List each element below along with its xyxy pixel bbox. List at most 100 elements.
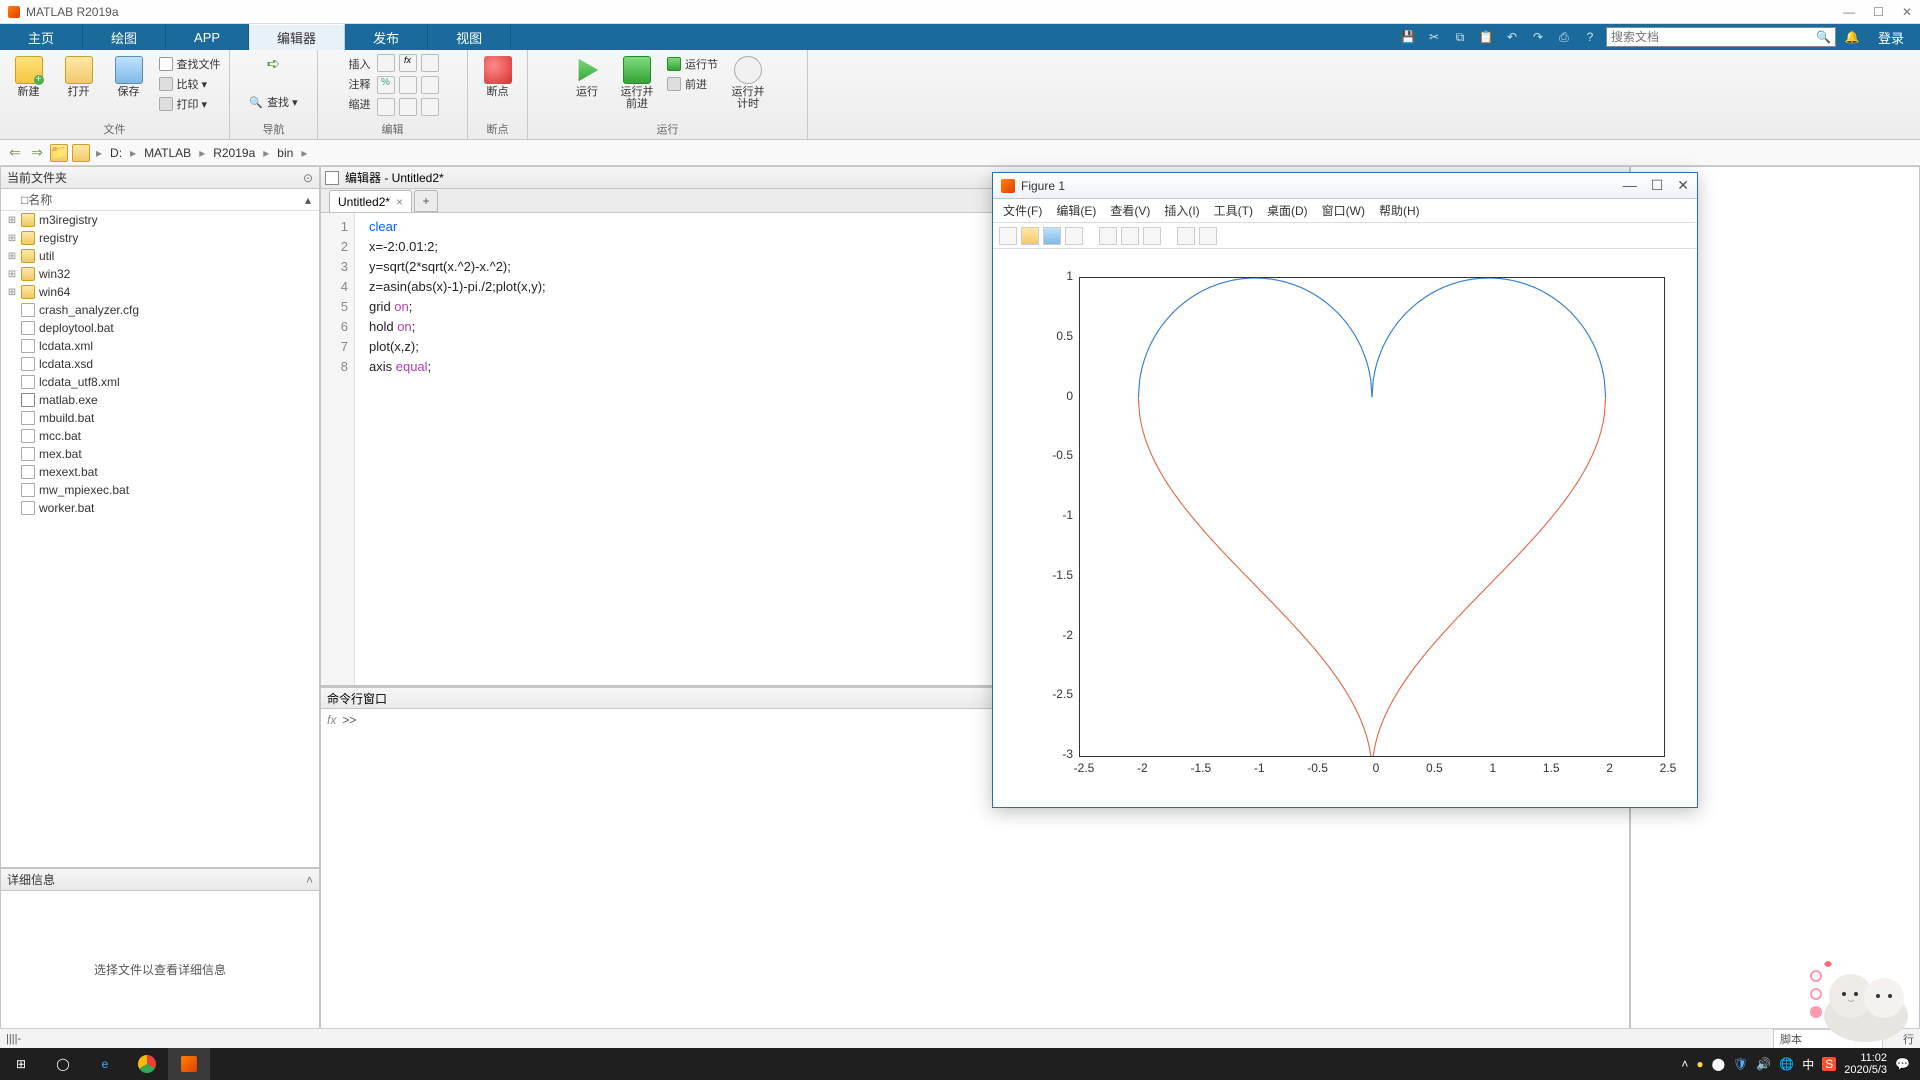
search-icon[interactable]: 🔍 xyxy=(1816,30,1831,44)
nav-browse-icon[interactable] xyxy=(72,144,90,162)
tray-app2-icon[interactable]: ⬤ xyxy=(1712,1057,1725,1071)
close-tab-icon[interactable]: × xyxy=(396,195,403,209)
find-files-button[interactable]: 查找文件 xyxy=(155,54,225,74)
file-row[interactable]: mex.bat xyxy=(1,445,319,463)
toolstrip-save-icon[interactable]: 💾 xyxy=(1398,27,1418,47)
tray-volume-icon[interactable]: 🔊 xyxy=(1756,1057,1771,1071)
doc-search-input[interactable] xyxy=(1611,30,1816,44)
run-advance-button[interactable]: 运行并 前进 xyxy=(613,54,661,110)
tray-ime-icon[interactable]: 中 xyxy=(1802,1056,1814,1073)
figure-rotate-icon[interactable] xyxy=(1121,227,1139,245)
indent-right-icon[interactable] xyxy=(377,98,395,116)
tray-app1-icon[interactable]: ● xyxy=(1696,1057,1703,1071)
path-seg-1[interactable]: R2019a xyxy=(211,146,257,160)
insert-button[interactable]: 插入 xyxy=(345,54,375,74)
figure-menu-item[interactable]: 帮助(H) xyxy=(1379,202,1420,219)
run-section-button[interactable]: 运行节 xyxy=(663,54,722,74)
find-button[interactable]: 🔍查找 ▾ xyxy=(245,92,301,112)
format-icon[interactable] xyxy=(421,54,439,72)
print-button[interactable]: 打印 ▾ xyxy=(155,94,225,114)
file-row[interactable]: lcdata.xsd xyxy=(1,355,319,373)
editor-tab-untitled[interactable]: Untitled2*× xyxy=(329,190,412,212)
figure-menu-item[interactable]: 查看(V) xyxy=(1110,202,1150,219)
main-tab-3[interactable]: 编辑器 xyxy=(249,24,345,50)
figure-menu-item[interactable]: 文件(F) xyxy=(1003,202,1042,219)
copy-icon[interactable]: ⧉ xyxy=(1450,27,1470,47)
save-button[interactable]: 保存 xyxy=(105,54,153,98)
file-row[interactable]: lcdata_utf8.xml xyxy=(1,373,319,391)
print-icon[interactable]: ⎙ xyxy=(1554,27,1574,47)
figure-pointer-icon[interactable] xyxy=(1177,227,1195,245)
figure-new-icon[interactable] xyxy=(999,227,1017,245)
file-row[interactable]: lcdata.xml xyxy=(1,337,319,355)
figure-close-button[interactable]: ✕ xyxy=(1677,177,1689,194)
undo-icon[interactable]: ↶ xyxy=(1502,27,1522,47)
section-break-icon[interactable] xyxy=(377,54,395,72)
current-folder-header[interactable]: 当前文件夹⊙ xyxy=(1,167,319,189)
file-row[interactable]: mw_mpiexec.bat xyxy=(1,481,319,499)
smart-indent-icon[interactable] xyxy=(421,98,439,116)
file-row[interactable]: matlab.exe xyxy=(1,391,319,409)
chrome-icon[interactable] xyxy=(126,1048,168,1080)
run-time-button[interactable]: 运行并 计时 xyxy=(724,54,772,110)
maximize-button[interactable]: ☐ xyxy=(1873,5,1884,19)
fx-icon[interactable]: fx xyxy=(399,54,417,72)
figure-menu-item[interactable]: 插入(I) xyxy=(1164,202,1199,219)
figure-edit-icon[interactable] xyxy=(1099,227,1117,245)
close-button[interactable]: ✕ xyxy=(1902,5,1912,19)
open-button[interactable]: 打开 xyxy=(55,54,103,98)
main-tab-0[interactable]: 主页 xyxy=(0,24,83,50)
tray-shield-icon[interactable]: 🛡 xyxy=(1733,1057,1748,1071)
figure-inspect-icon[interactable] xyxy=(1199,227,1217,245)
compare-button[interactable]: 比较 ▾ xyxy=(155,74,225,94)
redo-icon[interactable]: ↷ xyxy=(1528,27,1548,47)
run-button[interactable]: 运行 xyxy=(563,54,611,98)
file-row[interactable]: mbuild.bat xyxy=(1,409,319,427)
figure-menu-item[interactable]: 工具(T) xyxy=(1214,202,1253,219)
goto-button[interactable]: ➪ xyxy=(263,54,284,74)
uncomment-icon[interactable] xyxy=(399,76,417,94)
file-row[interactable]: ⊞util xyxy=(1,247,319,265)
comment-button[interactable]: 注释 xyxy=(345,74,375,94)
main-tab-2[interactable]: APP xyxy=(166,24,249,50)
nav-up-icon[interactable]: 📁 xyxy=(50,144,68,162)
file-row[interactable]: worker.bat xyxy=(1,499,319,517)
tray-up-icon[interactable]: ˄ xyxy=(1681,1057,1688,1071)
new-button[interactable]: 新建 xyxy=(5,54,53,98)
file-row[interactable]: ⊞win32 xyxy=(1,265,319,283)
taskbar-clock[interactable]: 11:022020/5/3 xyxy=(1844,1052,1887,1076)
figure-minimize-button[interactable]: — xyxy=(1623,177,1637,194)
file-row[interactable]: deploytool.bat xyxy=(1,319,319,337)
file-row[interactable]: ⊞registry xyxy=(1,229,319,247)
figure-open-icon[interactable] xyxy=(1021,227,1039,245)
main-tab-5[interactable]: 视图 xyxy=(428,24,511,50)
figure-link-icon[interactable] xyxy=(1143,227,1161,245)
file-row[interactable]: ⊞win64 xyxy=(1,283,319,301)
indent-button[interactable]: 缩进 xyxy=(345,94,375,114)
nav-forward-icon[interactable]: ⇒ xyxy=(28,144,46,162)
matlab-task-icon[interactable] xyxy=(168,1048,210,1080)
figure-save-icon[interactable] xyxy=(1043,227,1061,245)
wrap-comment-icon[interactable] xyxy=(421,76,439,94)
nav-back-icon[interactable]: ⇐ xyxy=(6,144,24,162)
file-row[interactable]: mexext.bat xyxy=(1,463,319,481)
file-name-column[interactable]: □ xyxy=(21,193,28,207)
comment-percent-icon[interactable]: % xyxy=(377,76,395,94)
editor-add-tab[interactable]: + xyxy=(414,190,438,212)
cortana-icon[interactable]: ◯ xyxy=(42,1048,84,1080)
edge-icon[interactable]: e xyxy=(84,1048,126,1080)
main-tab-1[interactable]: 绘图 xyxy=(83,24,166,50)
tray-sogou-icon[interactable]: S xyxy=(1822,1057,1836,1071)
help-icon[interactable]: ? xyxy=(1580,27,1600,47)
doc-search[interactable]: 🔍 xyxy=(1606,27,1836,47)
indent-left-icon[interactable] xyxy=(399,98,417,116)
paste-icon[interactable]: 📋 xyxy=(1476,27,1496,47)
advance-button[interactable]: 前进 xyxy=(663,74,722,94)
cut-icon[interactable]: ✂ xyxy=(1424,27,1444,47)
path-seg-0[interactable]: MATLAB xyxy=(142,146,193,160)
notification-bell-icon[interactable]: 🔔 xyxy=(1842,27,1862,47)
tray-notifications-icon[interactable]: 💬 xyxy=(1895,1057,1910,1071)
figure-window[interactable]: Figure 1 — ☐ ✕ 文件(F)编辑(E)查看(V)插入(I)工具(T)… xyxy=(992,172,1698,808)
figure-menu-item[interactable]: 窗口(W) xyxy=(1322,202,1365,219)
main-tab-4[interactable]: 发布 xyxy=(345,24,428,50)
